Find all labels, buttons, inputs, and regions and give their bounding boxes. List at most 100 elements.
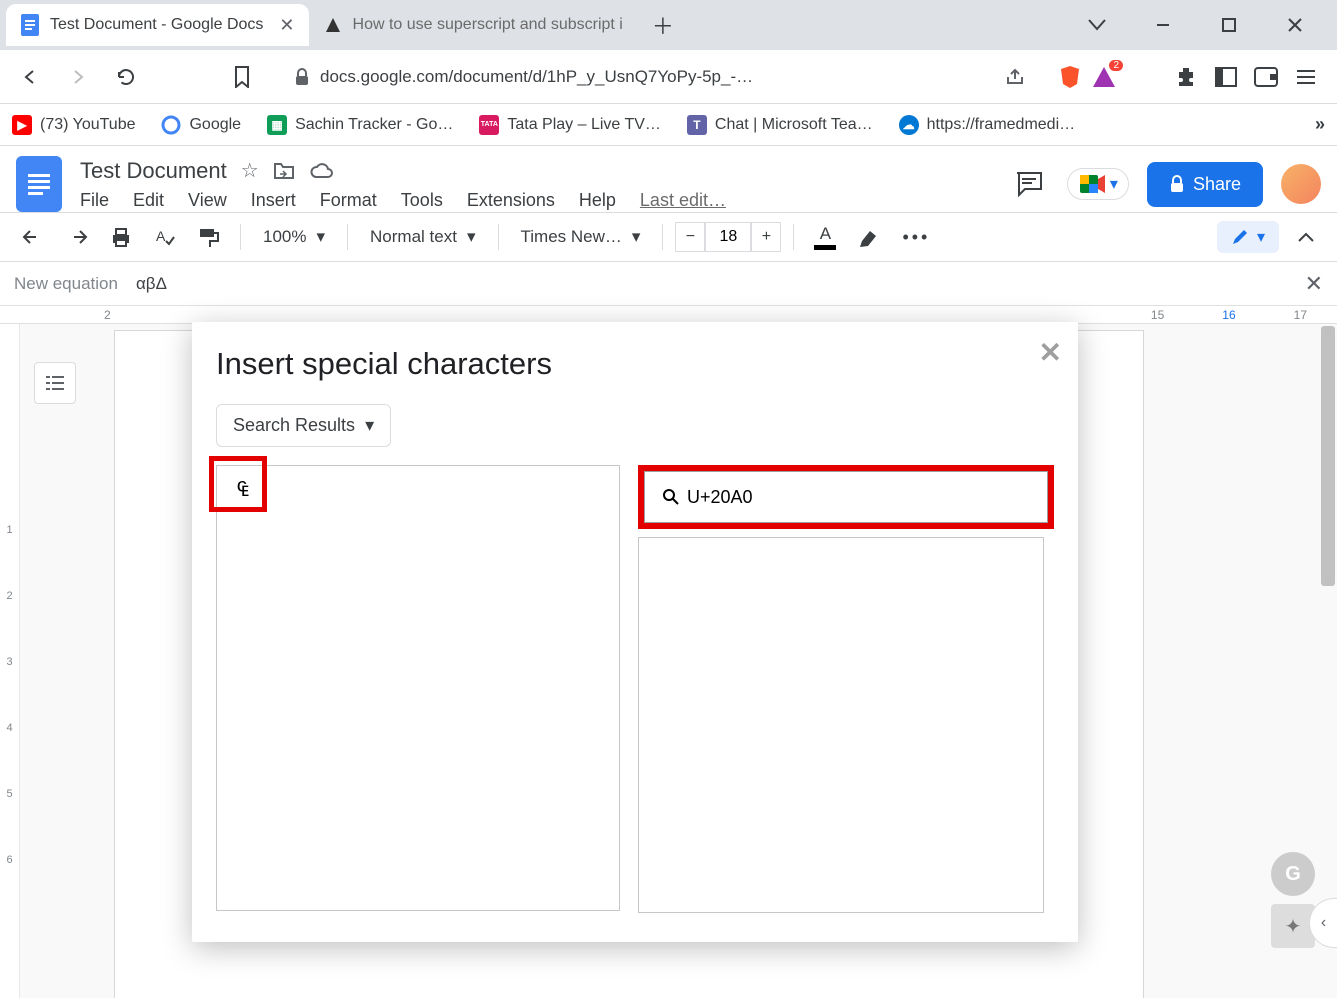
teams-icon: T <box>687 115 707 135</box>
extension-icons <box>1165 64 1327 90</box>
bookmark-framed[interactable]: ☁https://framedmedi… <box>899 115 1076 135</box>
menu-insert[interactable]: Insert <box>251 190 296 211</box>
new-tab-button[interactable]: ＋ <box>645 7 681 43</box>
tab-inactive[interactable]: How to use superscript and subscript i <box>309 4 637 46</box>
decrease-font-button[interactable]: − <box>675 222 705 252</box>
bookmark-youtube[interactable]: ▶(73) YouTube <box>12 115 135 135</box>
vertical-scrollbar[interactable] <box>1321 326 1335 586</box>
menu-format[interactable]: Format <box>320 190 377 211</box>
share-button[interactable]: Share <box>1147 162 1263 207</box>
extensions-icon[interactable] <box>1173 64 1199 90</box>
font-size-control: − + <box>675 222 781 252</box>
character-result[interactable]: ₠ <box>225 472 261 508</box>
category-filter-dropdown[interactable]: Search Results ▾ <box>216 404 391 447</box>
brave-shield-icon[interactable] <box>1057 64 1083 90</box>
tab-strip: Test Document - Google Docs ✕ How to use… <box>0 0 1337 50</box>
pencil-icon <box>1231 228 1249 246</box>
menubar: File Edit View Insert Format Tools Exten… <box>80 190 1009 211</box>
sheets-icon: ▦ <box>267 115 287 135</box>
search-tabs-icon[interactable] <box>1075 3 1119 47</box>
dialog-title: Insert special characters <box>216 346 1054 382</box>
font-size-input[interactable] <box>705 222 751 252</box>
bookmark-teams[interactable]: TChat | Microsoft Tea… <box>687 115 873 135</box>
youtube-icon: ▶ <box>12 115 32 135</box>
document-title[interactable]: Test Document <box>80 158 227 184</box>
minimize-button[interactable] <box>1141 3 1185 47</box>
paint-format-button[interactable] <box>190 221 228 253</box>
text-color-button[interactable]: A <box>806 218 844 256</box>
collapse-toolbar-button[interactable] <box>1289 225 1323 249</box>
chevron-down-icon: ▾ <box>632 227 641 247</box>
print-button[interactable] <box>102 221 140 253</box>
draw-character-box[interactable] <box>638 537 1044 913</box>
menu-extensions[interactable]: Extensions <box>467 190 555 211</box>
editing-mode-button[interactable]: ▾ <box>1217 221 1279 253</box>
style-dropdown[interactable]: Normal text▾ <box>360 223 485 251</box>
redo-button[interactable] <box>58 223 96 251</box>
chevron-down-icon: ▾ <box>365 415 374 436</box>
menu-edit[interactable]: Edit <box>133 190 164 211</box>
grammarly-icon[interactable]: G <box>1271 852 1315 896</box>
outline-toggle-button[interactable] <box>34 362 76 404</box>
chevron-down-icon: ▾ <box>467 227 476 247</box>
menu-file[interactable]: File <box>80 190 109 211</box>
brave-rewards-icon[interactable]: 2 <box>1091 64 1117 90</box>
menu-tools[interactable]: Tools <box>401 190 443 211</box>
menu-help[interactable]: Help <box>579 190 616 211</box>
docs-favicon-icon <box>20 15 40 35</box>
greek-letters-icon[interactable]: αβΔ <box>136 274 167 294</box>
character-results-grid: ₠ <box>216 465 620 911</box>
chevron-down-icon: ▾ <box>1110 174 1118 194</box>
equation-toolbar: New equation αβΔ ✕ <box>0 262 1337 306</box>
cloud-status-icon[interactable] <box>309 162 333 180</box>
star-icon[interactable]: ☆ <box>241 158 259 183</box>
zoom-dropdown[interactable]: 100%▾ <box>253 223 335 251</box>
menu-icon[interactable] <box>1293 64 1319 90</box>
tab-close-icon[interactable]: ✕ <box>279 15 294 36</box>
close-window-button[interactable] <box>1273 3 1317 47</box>
tab-title: How to use superscript and subscript i <box>353 16 623 34</box>
highlight-button[interactable] <box>850 221 888 253</box>
spellcheck-button[interactable]: A <box>146 221 184 253</box>
close-equation-bar-icon[interactable]: ✕ <box>1305 271 1323 297</box>
back-button[interactable] <box>10 57 50 97</box>
undo-button[interactable] <box>14 223 52 251</box>
meet-icon <box>1078 173 1106 195</box>
highlight-annotation <box>638 465 1054 529</box>
account-avatar[interactable] <box>1281 164 1321 204</box>
font-dropdown[interactable]: Times New…▾ <box>511 223 651 251</box>
nav-bar: docs.google.com/document/d/1hP_y_UsnQ7Yo… <box>0 50 1337 104</box>
tab-active[interactable]: Test Document - Google Docs ✕ <box>6 4 309 46</box>
last-edit[interactable]: Last edit… <box>640 190 726 211</box>
sidebar-icon[interactable] <box>1213 64 1239 90</box>
share-url-icon[interactable] <box>1005 68 1025 86</box>
reload-button[interactable] <box>106 57 146 97</box>
vertical-ruler[interactable]: 1 2 3 4 5 6 <box>0 324 20 998</box>
bookmarks-overflow[interactable]: » <box>1315 114 1325 135</box>
move-icon[interactable] <box>273 162 295 180</box>
search-icon <box>662 488 680 506</box>
docs-logo-icon[interactable] <box>16 156 62 212</box>
forward-button[interactable] <box>58 57 98 97</box>
bookmark-google[interactable]: Google <box>161 115 241 135</box>
new-equation-label[interactable]: New equation <box>14 274 118 294</box>
more-tools-button[interactable]: ••• <box>894 221 938 254</box>
wallet-icon[interactable] <box>1253 64 1279 90</box>
url-text: docs.google.com/document/d/1hP_y_UsnQ7Yo… <box>320 67 753 87</box>
comment-history-icon[interactable] <box>1009 164 1049 204</box>
browser-chrome: Test Document - Google Docs ✕ How to use… <box>0 0 1337 146</box>
bookmark-icon[interactable] <box>222 57 262 97</box>
address-bar[interactable]: docs.google.com/document/d/1hP_y_UsnQ7Yo… <box>280 57 1039 97</box>
meet-button[interactable]: ▾ <box>1067 168 1129 200</box>
bookmark-sheets[interactable]: ▦Sachin Tracker - Go… <box>267 115 453 135</box>
special-characters-dialog: ✕ Insert special characters Search Resul… <box>192 322 1078 942</box>
bookmarks-bar: ▶(73) YouTube Google ▦Sachin Tracker - G… <box>0 104 1337 146</box>
unicode-search-input[interactable] <box>644 471 1048 523</box>
chevron-down-icon: ▾ <box>1257 227 1265 247</box>
menu-view[interactable]: View <box>188 190 227 211</box>
maximize-button[interactable] <box>1207 3 1251 47</box>
bookmark-tata[interactable]: TATATata Play – Live TV… <box>479 115 661 135</box>
increase-font-button[interactable]: + <box>751 222 781 252</box>
window-controls <box>1075 3 1331 47</box>
close-dialog-button[interactable]: ✕ <box>1039 336 1062 369</box>
